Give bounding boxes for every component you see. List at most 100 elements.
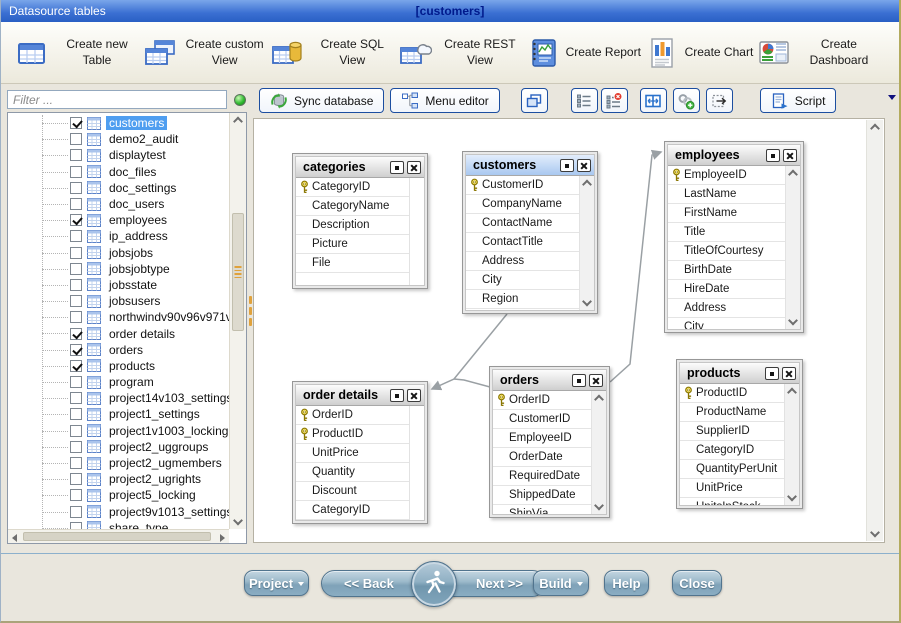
checkbox[interactable] [70, 457, 82, 469]
minimize-icon[interactable] [390, 389, 404, 402]
checkbox[interactable] [70, 506, 82, 518]
tree-item-ip-address[interactable]: ip_address [8, 228, 229, 244]
field-row[interactable]: Title [668, 223, 785, 242]
field-row[interactable]: Address [668, 299, 785, 318]
minimize-icon[interactable] [572, 374, 586, 387]
field-row[interactable]: City [668, 318, 785, 329]
checkbox[interactable] [70, 247, 82, 259]
checkbox[interactable] [70, 425, 82, 437]
checkbox[interactable] [70, 328, 82, 340]
checkbox[interactable] [70, 392, 82, 404]
scroll-down-icon[interactable] [594, 501, 604, 511]
field-row[interactable]: LastName [668, 185, 785, 204]
menu-editor-button[interactable]: Menu editor [390, 88, 499, 113]
tree-item-products[interactable]: products [8, 358, 229, 374]
checkbox[interactable] [70, 344, 82, 356]
table-header[interactable]: products [680, 363, 799, 384]
field-row[interactable]: Quantity [296, 463, 409, 482]
checkbox[interactable] [70, 295, 82, 307]
tree-item-project2-ugrights[interactable]: project2_ugrights [8, 471, 229, 487]
diagram-table-products[interactable]: productsProductIDProductNameSupplierIDCa… [676, 359, 803, 509]
field-row[interactable]: ContactTitle [466, 233, 579, 252]
minimize-icon[interactable] [560, 159, 574, 172]
diagram-table-customers[interactable]: customersCustomerIDCompanyNameContactNam… [462, 151, 598, 314]
checkbox[interactable] [70, 230, 82, 242]
scroll-up-icon[interactable] [787, 388, 797, 398]
minimize-icon[interactable] [390, 161, 404, 174]
ribbon-item-create-custom-view[interactable]: Create custom View [143, 36, 267, 70]
tree-item-order-details[interactable]: order details [8, 325, 229, 341]
tree-item-employees[interactable]: employees [8, 212, 229, 228]
tree-item-project14v103-settings[interactable]: project14v103_settings [8, 390, 229, 406]
ribbon-item-create-chart[interactable]: Create Chart [645, 36, 754, 70]
tree-item-project9v1013-settings[interactable]: project9v1013_settings [8, 504, 229, 520]
checkbox[interactable] [70, 214, 82, 226]
tree-item-doc-settings[interactable]: doc_settings [8, 180, 229, 196]
canvas-vertical-scrollbar[interactable] [866, 120, 883, 541]
table-header[interactable]: order details [296, 385, 424, 406]
table-header[interactable]: customers [466, 155, 594, 176]
ribbon-item-create-dashboard[interactable]: Create Dashboard [757, 36, 881, 70]
field-row[interactable]: BirthDate [668, 261, 785, 280]
field-row[interactable]: CompanyName [466, 195, 579, 214]
scroll-up-icon[interactable] [870, 124, 880, 134]
titlebar[interactable]: Datasource tables [customers] [1, 0, 899, 22]
tree-item-jobsjobtype[interactable]: jobsjobtype [8, 261, 229, 277]
tree-item-jobsusers[interactable]: jobsusers [8, 293, 229, 309]
back-button[interactable]: << Back [344, 576, 394, 591]
field-row[interactable]: OrderID [296, 406, 409, 425]
diagram-canvas[interactable]: categoriesCategoryIDCategoryNameDescript… [253, 118, 885, 543]
tree-item-customers[interactable]: customers [8, 115, 229, 131]
field-row[interactable]: CategoryID [296, 501, 409, 520]
scroll-up-icon[interactable] [233, 117, 243, 127]
table-scrollbar[interactable] [785, 166, 800, 329]
field-row[interactable]: ProductID [680, 384, 784, 403]
tree-horizontal-scrollbar[interactable] [8, 529, 229, 543]
field-row[interactable]: File [296, 254, 409, 273]
add-relation-button[interactable] [673, 88, 700, 113]
filter-input[interactable] [7, 90, 227, 109]
sync-database-button[interactable]: Sync database [259, 88, 384, 113]
field-row[interactable]: QuantityPerUnit [680, 460, 784, 479]
scroll-up-icon[interactable] [594, 395, 604, 405]
checkbox[interactable] [70, 117, 82, 129]
scroll-down-icon[interactable] [582, 297, 592, 307]
project-button[interactable]: Project [244, 570, 309, 596]
ribbon-item-create-sql-view[interactable]: Create SQL View [270, 36, 394, 70]
diagram-table-orders[interactable]: ordersOrderIDCustomerIDEmployeeIDOrderDa… [489, 366, 610, 518]
checkbox[interactable] [70, 182, 82, 194]
checkbox[interactable] [70, 473, 82, 485]
scroll-up-icon[interactable] [582, 180, 592, 190]
tree-item-doc-files[interactable]: doc_files [8, 164, 229, 180]
checkbox[interactable] [70, 133, 82, 145]
field-row[interactable]: RequiredDate [493, 467, 591, 486]
tree-vertical-scrollbar[interactable] [229, 113, 246, 529]
tree-item-doc-users[interactable]: doc_users [8, 196, 229, 212]
close-button[interactable]: Close [672, 570, 722, 596]
tree-vscroll-thumb[interactable] [232, 213, 244, 331]
scroll-up-icon[interactable] [788, 170, 798, 180]
field-row[interactable]: EmployeeID [668, 166, 785, 185]
tree-item-program[interactable]: program [8, 374, 229, 390]
field-row[interactable]: EmployeeID [493, 429, 591, 448]
field-row[interactable]: SupplierID [680, 422, 784, 441]
checkbox[interactable] [70, 376, 82, 388]
close-icon[interactable] [407, 161, 421, 174]
field-row[interactable]: OrderID [493, 391, 591, 410]
field-row[interactable]: CategoryID [680, 441, 784, 460]
checkbox[interactable] [70, 408, 82, 420]
checkbox[interactable] [70, 489, 82, 501]
field-row[interactable]: Address [466, 252, 579, 271]
field-row[interactable]: ProductID [296, 425, 409, 444]
field-row[interactable]: UnitPrice [680, 479, 784, 498]
table-scrollbar[interactable] [784, 384, 799, 505]
scroll-right-icon[interactable] [220, 534, 225, 542]
close-icon[interactable] [782, 367, 796, 380]
tree-item-displaytest[interactable]: displaytest [8, 147, 229, 163]
scroll-down-icon[interactable] [870, 528, 880, 538]
export-layout-button[interactable] [706, 88, 733, 113]
checkbox[interactable] [70, 522, 82, 529]
checkbox[interactable] [70, 279, 82, 291]
tree-hscroll-thumb[interactable] [23, 532, 211, 541]
field-row[interactable]: CustomerID [493, 410, 591, 429]
